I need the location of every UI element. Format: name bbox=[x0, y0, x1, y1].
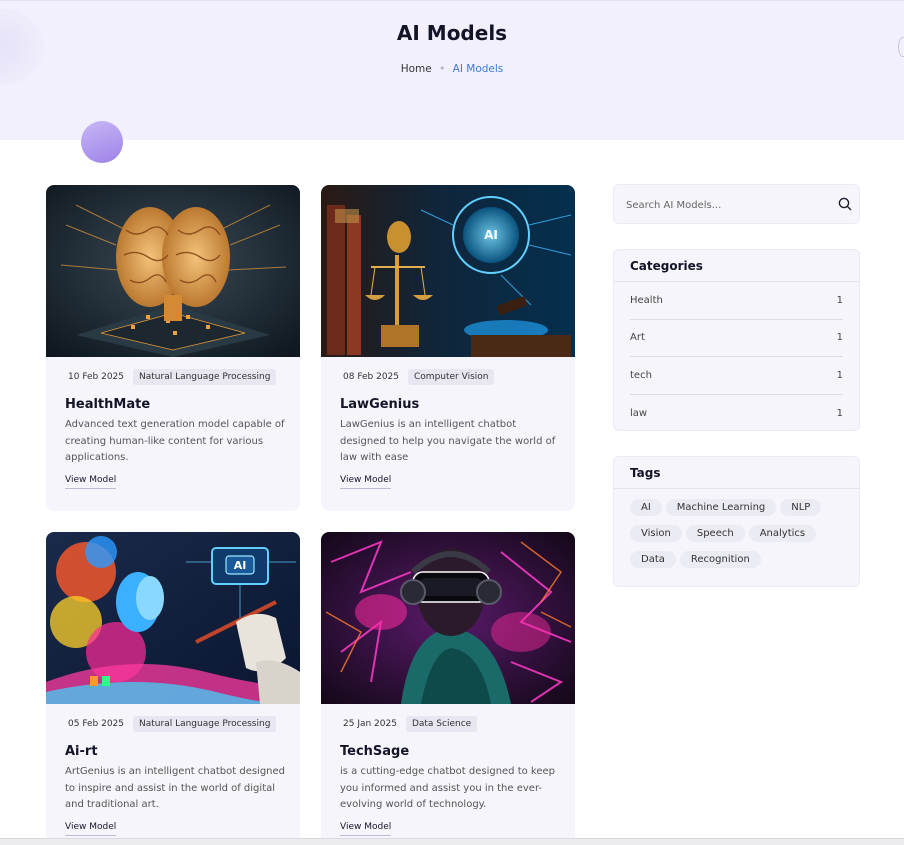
horizontal-scrollbar[interactable] bbox=[0, 838, 904, 845]
model-description: ArtGenius is an intelligent chatbot desi… bbox=[65, 766, 286, 810]
model-card: AI 08 Feb 2025 Computer Vision LawGenius… bbox=[321, 185, 575, 511]
tags-title: Tags bbox=[614, 457, 859, 489]
model-description: is a cutting-edge chatbot designed to ke… bbox=[340, 766, 556, 810]
model-image-vr-headset[interactable] bbox=[321, 532, 575, 704]
model-card: 25 Jan 2025 Data Science TechSage is a c… bbox=[321, 532, 575, 845]
category-name: Health bbox=[630, 294, 663, 306]
breadcrumb-separator: • bbox=[439, 63, 446, 75]
category-count: 1 bbox=[836, 294, 843, 306]
tag-chip[interactable]: NLP bbox=[780, 499, 822, 516]
model-meta: 08 Feb 2025 Computer Vision bbox=[338, 369, 495, 385]
categories-title: Categories bbox=[614, 250, 859, 282]
model-date: 10 Feb 2025 bbox=[68, 372, 125, 382]
category-item[interactable]: Health 1 bbox=[630, 282, 843, 320]
category-item[interactable]: law 1 bbox=[630, 395, 843, 433]
svg-text:AI: AI bbox=[234, 559, 247, 572]
model-category-badge[interactable]: Data Science bbox=[405, 716, 478, 732]
search-icon[interactable] bbox=[837, 196, 853, 212]
tag-chip[interactable]: AI bbox=[630, 499, 662, 516]
tags-panel: Tags AI Machine Learning NLP Vision Spee… bbox=[613, 456, 860, 587]
model-date: 08 Feb 2025 bbox=[343, 372, 400, 382]
model-description: Advanced text generation model capable o… bbox=[65, 419, 285, 463]
model-title[interactable]: HealthMate bbox=[65, 397, 150, 412]
model-meta: 05 Feb 2025 Natural Language Processing bbox=[63, 716, 277, 732]
breadcrumb-home-link[interactable]: Home bbox=[401, 63, 432, 75]
model-title[interactable]: TechSage bbox=[340, 744, 409, 759]
category-item[interactable]: Art 1 bbox=[630, 320, 843, 357]
model-image-robot-painter[interactable]: AI bbox=[46, 532, 300, 704]
view-model-link[interactable]: View Model bbox=[65, 822, 117, 836]
categories-panel: Categories Health 1 Art 1 tech 1 law 1 bbox=[613, 249, 860, 431]
view-model-link[interactable]: View Model bbox=[340, 475, 392, 489]
model-date: 05 Feb 2025 bbox=[68, 719, 125, 729]
model-category-badge[interactable]: Natural Language Processing bbox=[133, 369, 277, 385]
model-image-brain-chip[interactable] bbox=[46, 185, 300, 357]
tag-cloud: AI Machine Learning NLP Vision Speech An… bbox=[614, 489, 859, 578]
page-hero: AI Models Home • AI Models bbox=[0, 0, 904, 140]
category-name: tech bbox=[630, 369, 652, 381]
category-count: 1 bbox=[836, 369, 843, 381]
category-item[interactable]: tech 1 bbox=[630, 357, 843, 395]
page-title: AI Models bbox=[396, 21, 508, 45]
model-category-badge[interactable]: Computer Vision bbox=[408, 369, 495, 385]
model-description: LawGenius is an intelligent chatbot desi… bbox=[340, 419, 556, 463]
view-model-link[interactable]: View Model bbox=[340, 822, 392, 836]
category-name: law bbox=[630, 407, 648, 419]
tag-chip[interactable]: Machine Learning bbox=[665, 499, 777, 516]
tag-chip[interactable]: Analytics bbox=[748, 525, 817, 542]
search-box bbox=[613, 184, 860, 224]
breadcrumb-current: AI Models bbox=[452, 63, 504, 75]
breadcrumb: Home • AI Models bbox=[0, 63, 904, 75]
model-category-badge[interactable]: Natural Language Processing bbox=[133, 716, 277, 732]
model-card: AI 05 Feb 2025 Natural Language Processi… bbox=[46, 532, 300, 845]
page: AI Models Home • AI Models 10 Feb 2025 N… bbox=[0, 0, 904, 845]
tag-chip[interactable]: Data bbox=[630, 551, 676, 568]
model-card: 10 Feb 2025 Natural Language Processing … bbox=[46, 185, 300, 511]
search-input[interactable] bbox=[626, 196, 826, 214]
category-name: Art bbox=[630, 332, 645, 344]
model-title[interactable]: Ai-rt bbox=[65, 744, 98, 759]
tag-chip[interactable]: Vision bbox=[630, 525, 682, 542]
svg-text:AI: AI bbox=[484, 228, 498, 242]
model-title[interactable]: LawGenius bbox=[340, 397, 419, 412]
view-model-link[interactable]: View Model bbox=[65, 475, 117, 489]
model-date: 25 Jan 2025 bbox=[343, 719, 397, 729]
category-count: 1 bbox=[836, 407, 843, 419]
model-image-justice-ai[interactable]: AI bbox=[321, 185, 575, 357]
categories-list: Health 1 Art 1 tech 1 law 1 bbox=[614, 282, 859, 432]
model-meta: 10 Feb 2025 Natural Language Processing bbox=[63, 369, 277, 385]
tag-chip[interactable]: Recognition bbox=[679, 551, 761, 568]
tag-chip[interactable]: Speech bbox=[685, 525, 745, 542]
model-meta: 25 Jan 2025 Data Science bbox=[338, 716, 478, 732]
category-count: 1 bbox=[836, 332, 843, 344]
decorative-orb bbox=[81, 121, 123, 163]
